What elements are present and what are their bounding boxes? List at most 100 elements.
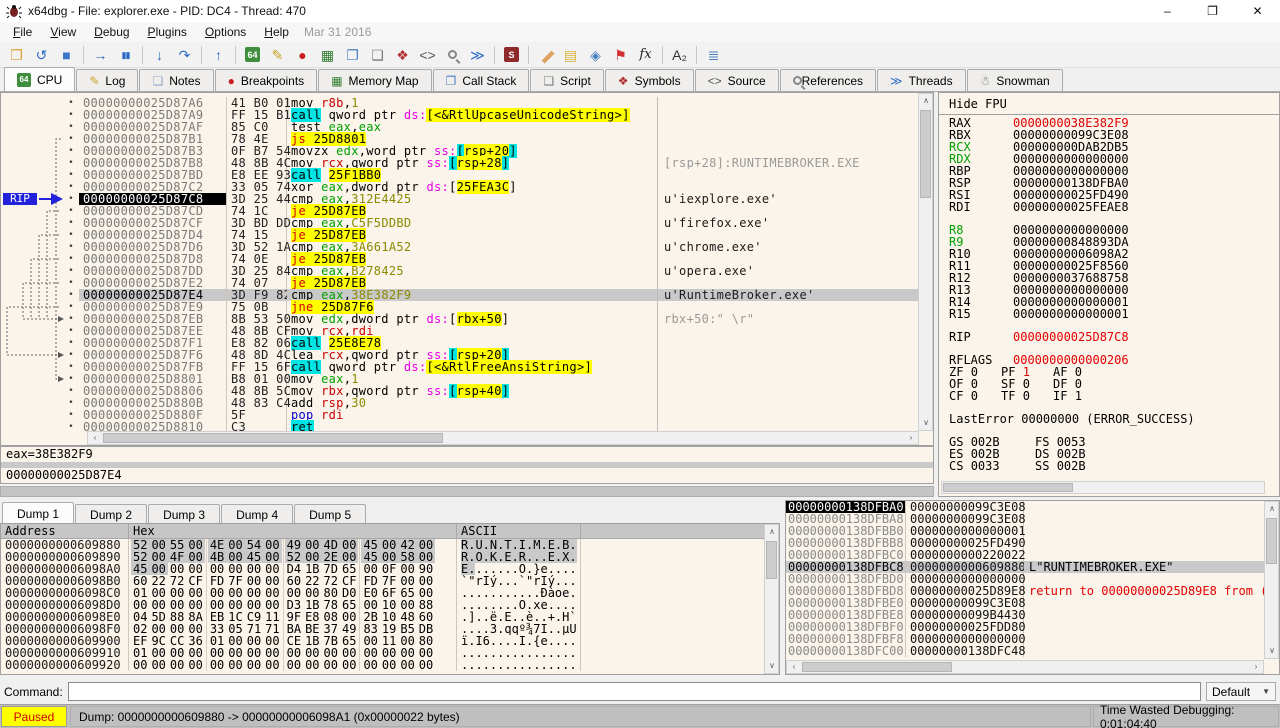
column-header-ascii[interactable]: ASCII xyxy=(457,524,581,538)
restore-button[interactable]: ❐ xyxy=(1190,0,1235,22)
disasm-row[interactable]: •00000000025D8810C3ret xyxy=(1,421,919,431)
scroll-left-arrow[interactable]: ‹ xyxy=(787,660,801,674)
restart-button[interactable]: ↺ xyxy=(29,44,54,66)
menu-help[interactable]: Help xyxy=(255,23,298,41)
minimize-button[interactable]: – xyxy=(1145,0,1190,22)
dump-row[interactable]: 0000000000609920000000000000000000000000… xyxy=(1,659,765,671)
scroll-thumb[interactable] xyxy=(943,483,1073,492)
flag-cf: CF 0 xyxy=(949,390,1001,402)
scroll-up-arrow[interactable]: ∧ xyxy=(919,94,933,108)
scroll-up-arrow[interactable]: ∧ xyxy=(765,525,779,539)
threads-button[interactable]: ≫ xyxy=(465,44,490,66)
execute-till-return-button[interactable]: ↑ xyxy=(206,44,231,66)
disassembly-vertical-scrollbar[interactable]: ∧ ∨ xyxy=(918,93,933,431)
tab-breakpoints[interactable]: ●Breakpoints xyxy=(215,69,318,91)
scroll-right-arrow[interactable]: › xyxy=(904,431,918,445)
register-line[interactable]: ZF 0PF 1AF 0 xyxy=(939,366,1278,378)
scroll-thumb[interactable] xyxy=(920,110,931,198)
dump-vertical-scrollbar[interactable]: ∧ ∨ xyxy=(764,524,779,674)
disasm-comment xyxy=(657,301,919,313)
hide-fpu-button[interactable]: Hide FPU xyxy=(939,93,1279,115)
command-input[interactable] xyxy=(68,682,1201,701)
tab-memory-map[interactable]: ▦Memory Map xyxy=(318,69,431,91)
column-header-hex[interactable]: Hex xyxy=(129,524,457,538)
tab-snowman[interactable]: ☃Snowman xyxy=(967,69,1063,91)
script-button[interactable]: ❏ xyxy=(365,44,390,66)
snowman-button[interactable]: S xyxy=(499,44,524,66)
horizontal-splitter[interactable] xyxy=(0,486,934,497)
scroll-left-arrow[interactable]: ‹ xyxy=(88,431,102,445)
menu-file[interactable]: File xyxy=(4,23,41,41)
tab-cpu[interactable]: 64CPU xyxy=(4,67,75,91)
menu-view[interactable]: View xyxy=(41,23,85,41)
column-header-address[interactable]: Address xyxy=(1,524,129,538)
pause-button[interactable]: ▮▮ xyxy=(113,44,138,66)
references-button[interactable] xyxy=(440,44,465,66)
tab-log[interactable]: ✎Log xyxy=(76,69,138,91)
stack-vertical-scrollbar[interactable]: ∧ ∨ xyxy=(1264,501,1279,659)
registers-horizontal-scrollbar[interactable] xyxy=(941,481,1265,494)
run-button[interactable]: → xyxy=(88,44,113,66)
tab-dump-2[interactable]: Dump 2 xyxy=(75,504,147,524)
tab-source[interactable]: <>Source xyxy=(695,69,779,91)
call-stack-button[interactable]: ❐ xyxy=(340,44,365,66)
register-line[interactable]: CS 0033SS 002B xyxy=(939,460,1278,472)
disasm-comment xyxy=(657,133,919,145)
tab-dump-3[interactable]: Dump 3 xyxy=(148,504,220,524)
tab-symbols[interactable]: ❖Symbols xyxy=(605,69,694,91)
stack-horizontal-scrollbar[interactable]: ‹ › xyxy=(786,660,1264,674)
tab-dump-4[interactable]: Dump 4 xyxy=(221,504,293,524)
disasm-row-dot: • xyxy=(1,313,79,325)
comments-button[interactable]: ▤ xyxy=(558,44,583,66)
calculator-button[interactable]: ≣ xyxy=(701,44,726,66)
info-box: eax=38E382F9 00000000025D87E4 xyxy=(0,446,934,484)
cpu-button[interactable]: 64 xyxy=(240,44,265,66)
register-line[interactable]: R150000000000000001 xyxy=(939,308,1278,320)
disassembly-horizontal-scrollbar[interactable]: ‹ › xyxy=(87,431,919,445)
labels-button[interactable]: ◈ xyxy=(583,44,608,66)
close-button[interactable]: ✕ xyxy=(1235,0,1280,22)
scroll-up-arrow[interactable]: ∧ xyxy=(1265,502,1279,516)
tab-script[interactable]: ❏Script xyxy=(530,69,603,91)
register-line[interactable]: RDI00000000025FEAE8 xyxy=(939,201,1278,213)
register-line[interactable]: CF 0TF 0IF 1 xyxy=(939,390,1278,402)
register-line[interactable]: RFLAGS0000000000000206 xyxy=(939,354,1278,366)
bookmarks-button[interactable]: ⚑ xyxy=(608,44,633,66)
patches-button[interactable]: ▬ xyxy=(533,44,558,66)
scroll-down-arrow[interactable]: ∨ xyxy=(1265,644,1279,658)
memory-map-button[interactable]: ▦ xyxy=(315,44,340,66)
command-script-dropdown[interactable]: Default ▼ xyxy=(1206,682,1276,701)
scroll-down-arrow[interactable]: ∨ xyxy=(919,416,933,430)
tab-references[interactable]: References xyxy=(780,69,876,91)
tab-label: Log xyxy=(105,74,125,88)
scroll-thumb[interactable] xyxy=(802,662,952,672)
scroll-down-arrow[interactable]: ∨ xyxy=(765,659,779,673)
tab-call-stack[interactable]: ❐Call Stack xyxy=(433,69,530,91)
menu-plugins[interactable]: Plugins xyxy=(139,23,196,41)
menu-debug[interactable]: Debug xyxy=(85,23,138,41)
stack-row[interactable]: 00000000138DFC0000000000138DFC48 xyxy=(786,645,1264,657)
step-over-button[interactable]: ↷ xyxy=(172,44,197,66)
symbols-button[interactable]: ❖ xyxy=(390,44,415,66)
scroll-thumb[interactable] xyxy=(766,541,777,579)
last-error-line[interactable]: LastError 00000000 (ERROR_SUCCESS) xyxy=(939,413,1278,425)
step-into-button[interactable]: ↓ xyxy=(147,44,172,66)
tab-notes[interactable]: ❏Notes xyxy=(139,69,213,91)
source-button[interactable]: <> xyxy=(415,44,440,66)
open-file-button[interactable]: ❒ xyxy=(4,44,29,66)
register-line[interactable]: RIP00000000025D87C8 xyxy=(939,331,1278,343)
functions-button[interactable]: fx xyxy=(633,44,658,66)
menu-options[interactable]: Options xyxy=(196,23,255,41)
tab-dump-5[interactable]: Dump 5 xyxy=(294,504,366,524)
notes-button[interactable]: ✎ xyxy=(265,44,290,66)
tab-threads[interactable]: ≫Threads xyxy=(877,69,966,91)
scroll-thumb[interactable] xyxy=(1266,518,1277,564)
scroll-thumb[interactable] xyxy=(103,433,443,443)
register-line[interactable]: OF 0SF 0DF 0 xyxy=(939,378,1278,390)
az-button[interactable]: A₂ xyxy=(667,44,692,66)
tab-dump-1[interactable]: Dump 1 xyxy=(2,502,74,524)
scroll-right-arrow[interactable]: › xyxy=(1249,660,1263,674)
stop-button[interactable]: ■ xyxy=(54,44,79,66)
hex-byte: 00 xyxy=(380,659,398,671)
breakpoints-button[interactable]: ● xyxy=(290,44,315,66)
